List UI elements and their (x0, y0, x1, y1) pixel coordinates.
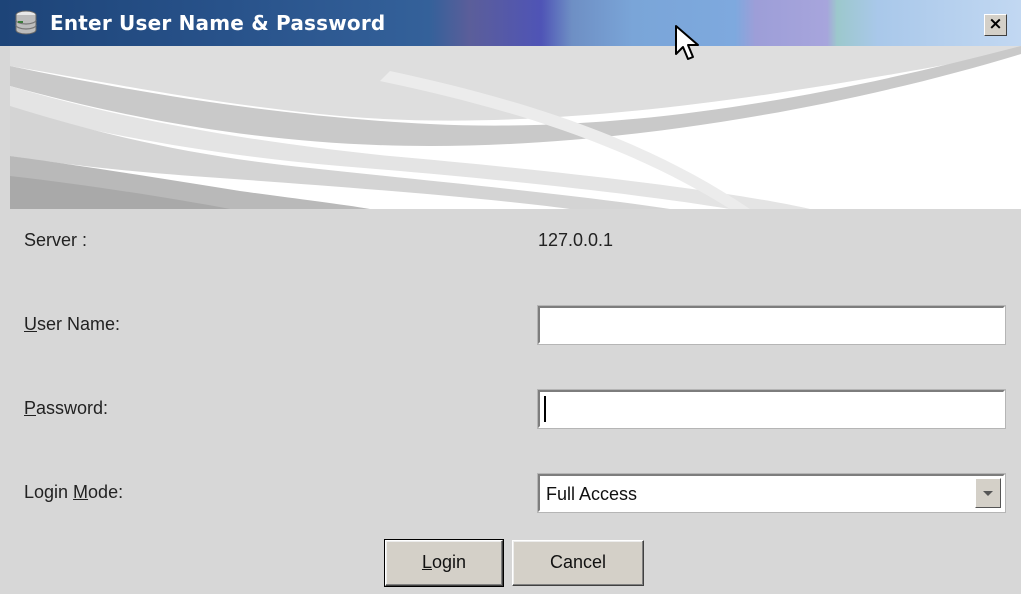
close-button[interactable]: × (984, 14, 1007, 36)
server-label: Server : (24, 230, 88, 250)
mouse-pointer-icon (675, 25, 699, 60)
server-value: 127.0.0.1 (538, 230, 614, 250)
window-title: Enter User Name & Password (50, 11, 386, 35)
loginmode-label-text: ode: (88, 482, 124, 502)
loginmode-label: Login Mode: (24, 482, 123, 503)
password-label-text: assword: (36, 398, 109, 418)
login-mode-value: Full Access (546, 484, 638, 504)
loginmode-label-pre: Login (24, 482, 74, 502)
login-button-mnemonic: L (421, 552, 432, 572)
password-label: Password: (24, 398, 108, 419)
login-dialog: Enter User Name & Password × Server : 12… (0, 0, 1021, 594)
username-label-text: ser Name: (37, 314, 121, 334)
header-banner (10, 46, 1021, 209)
username-label-mnemonic: U (24, 314, 37, 334)
chevron-down-icon (983, 491, 993, 496)
login-mode-select[interactable]: Full Access (537, 473, 1006, 513)
title-bar[interactable]: Enter User Name & Password × (0, 0, 1021, 46)
login-button-label: ogin (431, 552, 467, 572)
cancel-button[interactable]: Cancel (512, 540, 644, 586)
username-input[interactable] (537, 305, 1006, 345)
dropdown-arrow-button[interactable] (975, 478, 1001, 508)
database-icon (15, 10, 37, 35)
login-button[interactable]: Login (384, 539, 504, 587)
loginmode-label-mnemonic: M (73, 482, 89, 502)
password-input[interactable] (537, 389, 1006, 429)
text-caret (544, 396, 546, 422)
banner-swoosh-graphic (10, 46, 1021, 209)
password-label-mnemonic: P (24, 398, 37, 418)
username-label: User Name: (24, 314, 120, 335)
